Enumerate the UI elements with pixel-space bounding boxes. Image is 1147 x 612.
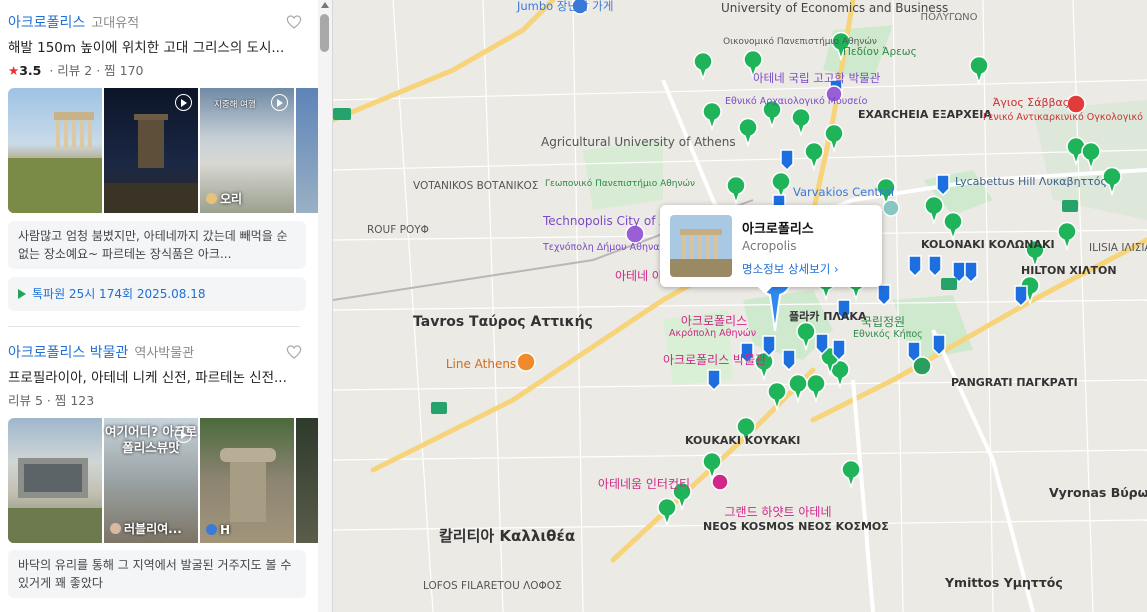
review-snippet[interactable]: 사람많고 엄청 붐볐지만, 아테네까지 갔는데 빼먹을 순 없는 장소예요~ 파… (8, 221, 306, 269)
map-label[interactable]: Άγιος Σάββας (983, 97, 1079, 109)
place-category: 역사박물관 (134, 346, 195, 361)
map-label: HILTON ΧΙΛΤΟΝ (1021, 264, 1117, 277)
place-meta: 리뷰 5 · 찜 123 (8, 393, 95, 408)
star-icon: ★ (8, 63, 20, 78)
popup-place-name: 아크로폴리스 (742, 222, 814, 237)
play-icon (18, 289, 26, 299)
map-label: Tavros Ταύρος Αττικής (413, 314, 593, 330)
rating: 3.5 (19, 63, 42, 78)
play-icon (175, 426, 192, 443)
place-card[interactable]: 아크로폴리스 박물관 역사박물관 프로필라이아, 아테네 니케 신전, 파르테논 … (0, 342, 318, 612)
map-label[interactable]: Lycabettus Hill Λυκαβηττός (955, 176, 1107, 188)
map-label: NEOS KOSMOS ΝΕΟΣ ΚΟΣΜΟΣ (703, 520, 889, 534)
place-title-row: 아크로폴리스 박물관 역사박물관 (8, 342, 308, 364)
map-label[interactable]: Πεδίον Άρεως (843, 46, 917, 58)
photo[interactable]: 지중해 여행 오리 (200, 88, 294, 213)
map-label: ΠΟΛΥΓΩΝΟ (920, 12, 978, 23)
photo[interactable] (296, 418, 318, 543)
map-label: Γεωπονικό Πανεπιστήμιο Αθηνών (545, 179, 696, 189)
map-label: Εθνικός Κήπος (853, 329, 923, 340)
map-label: ILISIA ΙΛΙΣΙΑ (1089, 242, 1147, 254)
map-label: KOLONAKI ΚΟΛΩΝΑΚΙ (921, 238, 1055, 251)
map-label: KOUKAKI ΚΟΥΚΑΚΙ (685, 434, 801, 447)
popup-pointer (758, 287, 772, 294)
save-count: 찜 123 (54, 393, 95, 408)
review-snippet[interactable]: 바닥의 유리를 통해 그 지역에서 발굴된 거주지도 볼 수 있거게 꽤 좋았다 (8, 550, 306, 598)
map-label: Ymittos Υμηττός (945, 575, 1063, 590)
map-label: ROUF ΡΟΥΦ (367, 224, 429, 236)
photo-strip[interactable]: 여기어디? 아크로폴리스뷰맛 러블리여... H (8, 418, 318, 543)
place-name[interactable]: 아크로폴리스 박물관 (8, 345, 128, 361)
map-label: Εθνικό Αρχαιολογικό Μουσείο (725, 96, 868, 107)
review-count[interactable]: 리뷰 2 (57, 63, 92, 78)
map-label[interactable]: 그랜드 하얏트 아테네 (717, 506, 839, 518)
save-count: 찜 170 (104, 63, 144, 78)
map-label: LOFOS FILARETOU ΛΟΦΟΣ (423, 580, 562, 592)
popup-place-subtitle: Acropolis (742, 239, 797, 253)
scrollbar[interactable] (318, 0, 332, 612)
photo-caption: 지중해 여행 (214, 100, 256, 110)
map-label[interactable]: 국립정원 (853, 316, 913, 328)
photo[interactable]: 여기어디? 아크로폴리스뷰맛 러블리여... (104, 418, 198, 543)
place-description: 해발 150m 높이에 위치한 고대 그리스의 도시... (8, 40, 285, 56)
divider (8, 326, 300, 327)
map-label: 플라카 ΠΛΑΚΑ (789, 310, 867, 323)
place-card[interactable]: 아크로폴리스 고대유적 해발 150m 높이에 위치한 고대 그리스의 도시...… (0, 12, 318, 312)
place-description: 프로필라이아, 아테네 니케 신전, 파르테논 신전... (8, 370, 287, 386)
heart-icon[interactable] (286, 14, 302, 30)
map-label[interactable]: 아테네움 인터컨티 (585, 478, 703, 490)
map-label: Γενικό Αντικαρκινικό Ογκολογικό (983, 112, 1143, 123)
place-title-row: 아크로폴리스 고대유적 (8, 12, 308, 34)
map-label: Οικονομικό Πανεπιστήμιο Αθηνών (723, 37, 877, 47)
tv-tip[interactable]: 톡파원 25시 174회 2025.08.18 (8, 277, 306, 311)
map-label[interactable]: Varvakios Central (793, 186, 894, 198)
avatar (206, 193, 217, 204)
map-label[interactable]: 아크로폴리스 박물관 (663, 354, 766, 366)
photo-author: 오리 (206, 190, 242, 207)
photo[interactable] (104, 88, 198, 213)
play-icon (271, 94, 288, 111)
photo-author: 러블리여... (110, 520, 182, 537)
map-label[interactable]: Jumbo 장난감 가게 (517, 0, 613, 12)
play-icon (175, 94, 192, 111)
photo[interactable] (296, 88, 318, 213)
avatar (206, 524, 217, 535)
map-label: PANGRATI ΠΑΓΚΡΑΤΙ (951, 376, 1078, 389)
place-popup[interactable]: 아크로폴리스 Acropolis 명소정보 상세보기 › (660, 205, 882, 294)
map-label: 칼리티아 Καλλιθέα (439, 527, 576, 545)
map-label[interactable]: 아테네 국립 고고학 박물관 (753, 72, 880, 84)
popup-thumbnail[interactable] (670, 215, 732, 277)
map-label: EXARCHEIA ΕΞΑΡΧΕΙΑ (858, 108, 992, 121)
photo-strip[interactable]: 지중해 여행 오리 (8, 88, 318, 213)
map-label[interactable]: 아크로폴리스 (671, 315, 757, 327)
map[interactable]: Jumbo 장난감 가게 University of Economics and… (333, 0, 1147, 612)
map-label[interactable]: University of Economics and Business (721, 2, 948, 14)
photo[interactable] (8, 88, 102, 213)
photo[interactable] (8, 418, 102, 543)
photo-author: H (206, 523, 230, 537)
avatar (110, 523, 121, 534)
photo[interactable]: H (200, 418, 294, 543)
place-meta: ★3.5 · 리뷰 2 · 찜 170 (8, 63, 144, 78)
review-count[interactable]: 리뷰 5 (8, 393, 43, 408)
place-category: 고대유적 (91, 16, 140, 31)
scroll-up-arrow-icon[interactable] (321, 2, 329, 8)
heart-icon[interactable] (286, 344, 302, 360)
place-name[interactable]: 아크로폴리스 (8, 15, 85, 31)
map-label: VOTANIKOS ΒΟΤΑΝΙΚΟΣ (413, 180, 539, 192)
chevron-right-icon: › (833, 262, 839, 276)
map-label: Τεχνόπολη Δήμου Αθηναίων (543, 242, 677, 253)
search-results-panel[interactable]: 아크로폴리스 고대유적 해발 150m 높이에 위치한 고대 그리스의 도시...… (0, 0, 333, 612)
map-label[interactable]: Line Athens (443, 358, 519, 370)
popup-detail-link[interactable]: 명소정보 상세보기 › (742, 261, 839, 277)
map-label[interactable]: Technopolis City of Athens (543, 215, 701, 227)
map-label[interactable]: Agricultural University of Athens (541, 136, 736, 148)
scrollbar-thumb[interactable] (320, 14, 329, 52)
map-label: Ακρόπολη Αθηνών (669, 328, 757, 339)
map-label: Vyronas Βύρωνας (1049, 485, 1147, 500)
